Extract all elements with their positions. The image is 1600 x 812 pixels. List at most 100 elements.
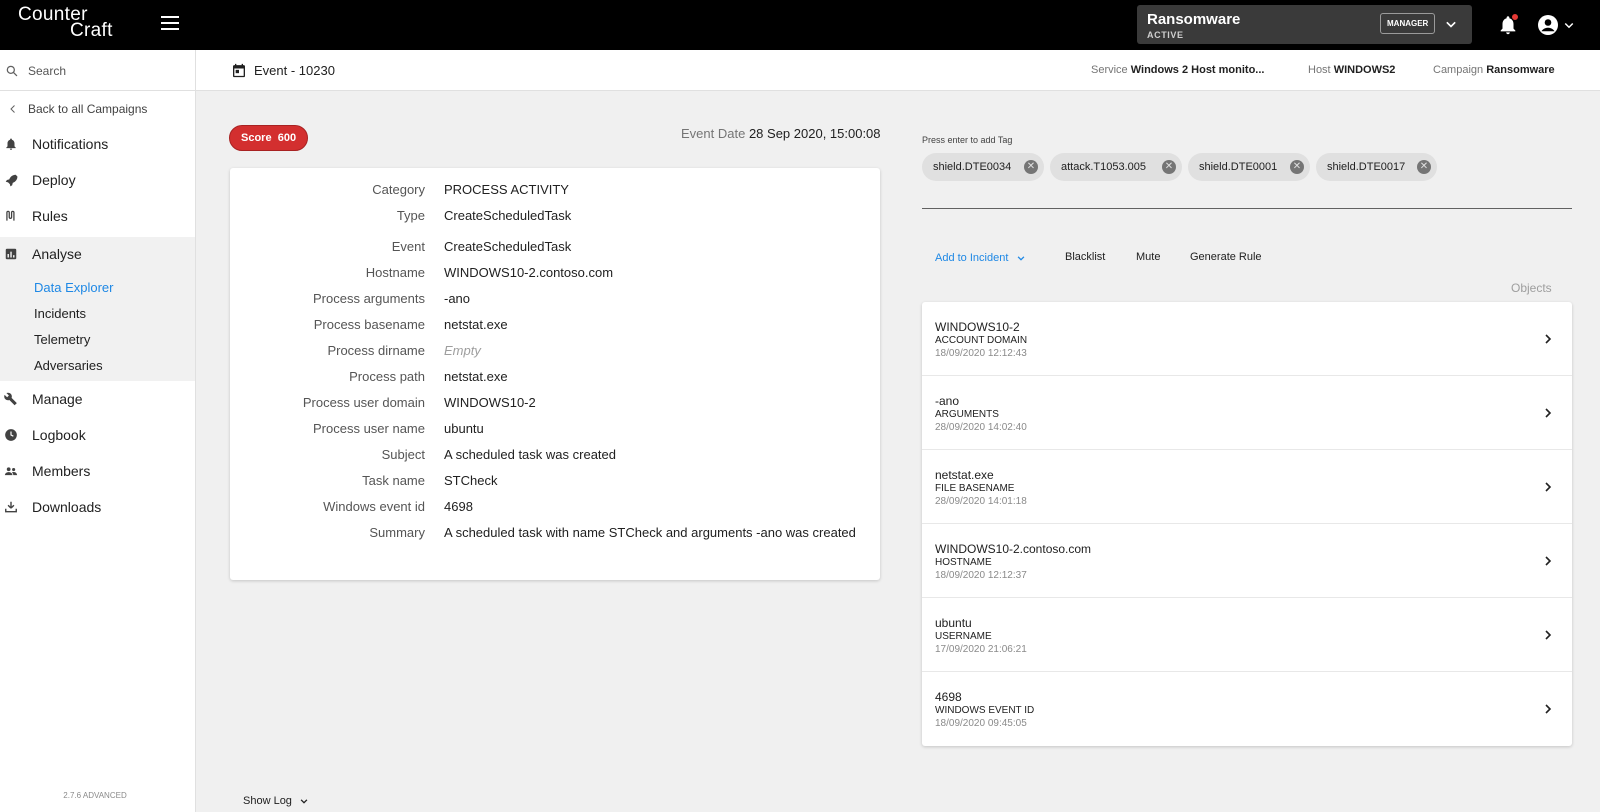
campaign-label: Campaign [1433,64,1484,76]
top-bar: Counter Craft Ransomware ACTIVE MANAGER [0,0,1600,50]
blacklist-button[interactable]: Blacklist [1065,251,1105,263]
detail-value: ubuntu [444,421,484,436]
sidebar-item-label: Rules [32,208,68,224]
notifications-button[interactable] [1497,13,1519,37]
detail-key: Process user name [313,421,425,436]
score-badge: Score 600 [229,125,309,151]
object-type: ACCOUNT DOMAIN [935,335,1028,346]
sidebar-item-label: Manage [32,391,83,407]
sidebar-item-analyse[interactable]: Analyse [0,237,195,271]
object-row[interactable]: -ano ARGUMENTS 28/09/2020 14:02:40 [922,376,1572,450]
sidebar-item-notifications[interactable]: Notifications [0,127,195,161]
object-value: ubuntu [935,616,972,630]
event-header: Event - 10230 Service Windows 2 Host mon… [196,50,1600,91]
calendar-icon [233,63,245,78]
chevron-right-icon [1545,482,1552,492]
tag-chip[interactable]: shield.DTE0001 ✕ [1188,153,1310,181]
object-date: 28/09/2020 14:01:18 [935,496,1027,507]
search-input[interactable] [28,60,188,82]
chevron-right-icon [1545,408,1552,418]
sidebar-item-members[interactable]: Members [0,454,195,488]
sidebar-item-downloads[interactable]: Downloads [0,490,195,524]
add-to-incident-label: Add to Incident [935,251,1009,264]
tag-label: attack.T1053.005 [1061,161,1147,173]
detail-value: WINDOWS10-2 [444,395,536,410]
host-value[interactable]: WINDOWS2 [1334,64,1396,76]
people-icon [4,467,18,476]
tag-label: shield.DTE0001 [1199,161,1278,173]
detail-value: A scheduled task with name STCheck and a… [444,525,856,540]
menu-icon[interactable] [161,16,179,32]
detail-value: A scheduled task was created [444,447,616,462]
object-type: WINDOWS EVENT ID [935,705,1035,716]
tag-chip[interactable]: shield.DTE0034 ✕ [922,153,1044,181]
object-type: ARGUMENTS [935,409,999,420]
chevron-down-icon [1018,256,1025,261]
tag-input-hint: Press enter to add Tag [922,135,1013,145]
sidebar-item-deploy[interactable]: Deploy [0,163,195,197]
detail-value: STCheck [444,473,498,488]
detail-value: PROCESS ACTIVITY [444,182,569,197]
detail-key: Process arguments [313,291,425,306]
object-type: HOSTNAME [935,557,992,568]
add-to-incident-button[interactable]: Add to Incident [935,251,1028,265]
tag-label: shield.DTE0034 [933,161,1012,173]
object-value: WINDOWS10-2 [935,320,1020,334]
tag-chip[interactable]: shield.DTE0017 ✕ [1316,153,1437,181]
object-row[interactable]: netstat.exe FILE BASENAME 28/09/2020 14:… [922,450,1572,524]
sidebar-subitem-adversaries[interactable]: Adversaries [34,358,103,373]
host-meta: Host WINDOWS2 [1308,64,1395,76]
objects-list: WINDOWS10-2 ACCOUNT DOMAIN 18/09/2020 12… [922,302,1572,746]
remove-tag-icon[interactable]: ✕ [1417,160,1431,174]
detail-key: Category [372,182,425,197]
detail-value: -ano [444,291,471,306]
detail-key: Process user domain [302,395,425,410]
object-date: 17/09/2020 21:06:21 [935,644,1027,655]
service-value[interactable]: Windows 2 Host monito... [1131,64,1265,76]
sidebar-subitem-incidents[interactable]: Incidents [34,306,86,321]
campaign-selector[interactable]: Ransomware ACTIVE MANAGER [1137,5,1472,44]
account-menu[interactable] [1536,13,1580,37]
object-row[interactable]: WINDOWS10-2 ACCOUNT DOMAIN 18/09/2020 12… [922,302,1572,376]
detail-value: netstat.exe [444,317,508,332]
chevron-down-icon [1564,22,1574,29]
detail-key: Type [396,208,425,223]
object-type: FILE BASENAME [935,483,1015,494]
detail-key: Subject [381,447,425,462]
sidebar-item-rules[interactable]: Rules [0,199,195,233]
mute-button[interactable]: Mute [1136,251,1160,263]
show-log-button[interactable]: Show Log [243,794,311,808]
show-log-label: Show Log [243,794,292,807]
detail-value: CreateScheduledTask [444,208,572,223]
chart-icon [5,248,17,260]
tag-input-underline[interactable] [922,208,1572,209]
generate-rule-button[interactable]: Generate Rule [1190,251,1262,263]
event-date-label: Event Date [681,126,746,141]
chevron-right-icon [1545,630,1552,640]
download-icon [5,501,17,513]
sidebar-item-manage[interactable]: Manage [0,382,195,416]
tag-chip[interactable]: attack.T1053.005 ✕ [1050,153,1182,181]
sidebar-item-logbook[interactable]: Logbook [0,418,195,452]
object-row[interactable]: ubuntu USERNAME 17/09/2020 21:06:21 [922,598,1572,672]
sidebar-item-label: Downloads [32,499,102,515]
sidebar-subitem-telemetry[interactable]: Telemetry [34,332,90,347]
objects-label: Objects [1511,281,1552,295]
remove-tag-icon[interactable]: ✕ [1290,160,1304,174]
detail-value: netstat.exe [444,369,508,384]
analyse-section: Analyse Data Explorer Incidents Telemetr… [0,237,195,381]
campaign-meta: Campaign Ransomware [1433,64,1555,76]
rules-icon [6,210,15,221]
back-to-campaigns-link[interactable]: Back to all Campaigns [0,98,195,120]
logo[interactable]: Counter Craft [18,5,113,40]
object-row[interactable]: WINDOWS10-2.contoso.com HOSTNAME 18/09/2… [922,524,1572,598]
remove-tag-icon[interactable]: ✕ [1162,160,1176,174]
campaign-value[interactable]: Ransomware [1486,64,1554,76]
sidebar: Back to all Campaigns Notifications Depl… [0,50,196,812]
sidebar-subitem-data-explorer[interactable]: Data Explorer [34,280,113,295]
detail-key: Summary [369,525,425,540]
object-row[interactable]: 4698 WINDOWS EVENT ID 18/09/2020 09:45:0… [922,672,1572,746]
detail-key: Windows event id [323,499,425,514]
remove-tag-icon[interactable]: ✕ [1024,160,1038,174]
notification-dot [1511,13,1519,21]
